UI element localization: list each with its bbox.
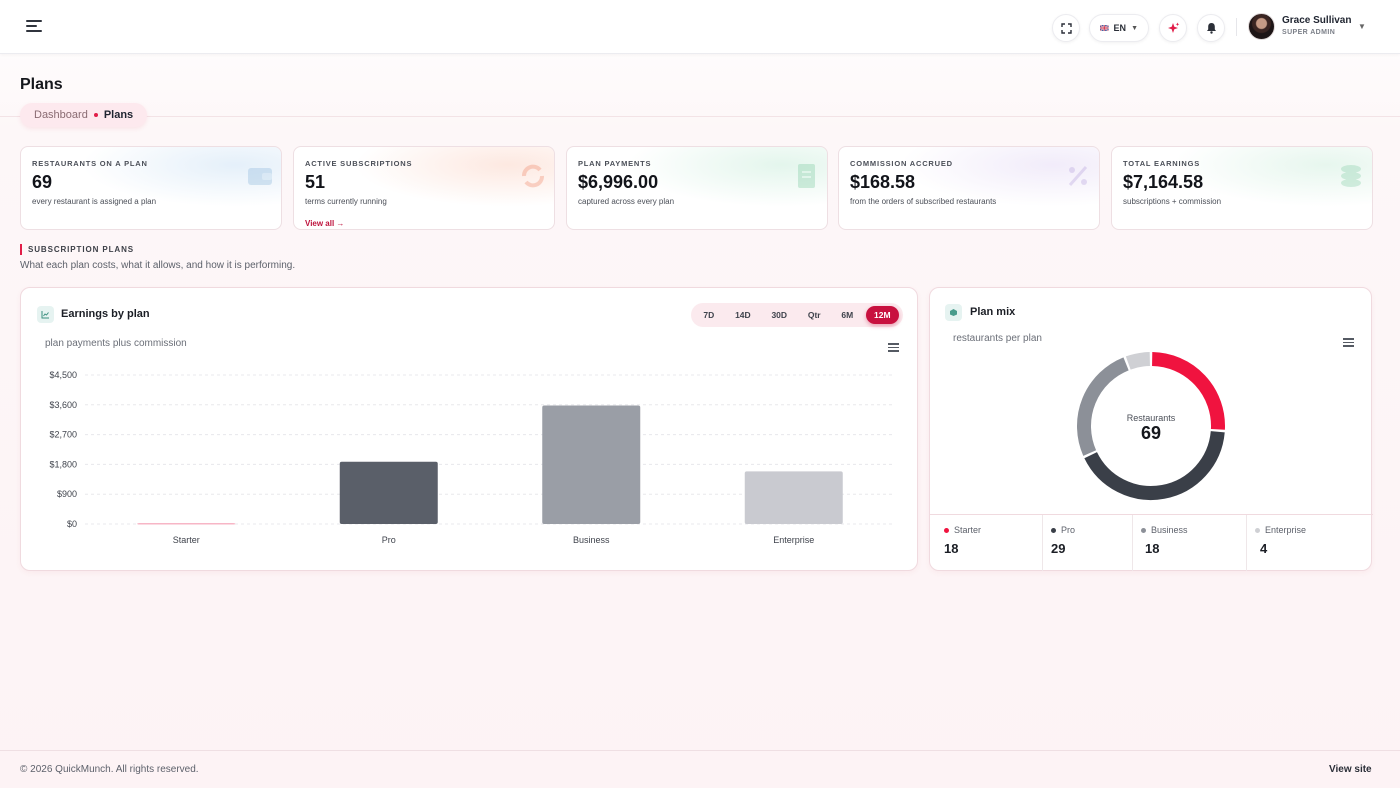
view-all-link[interactable]: View all → [305, 219, 344, 228]
plan-mix-legend: Starter 18 Pro 29 Business 18 Enterprise… [930, 514, 1373, 572]
bar-business[interactable] [542, 405, 641, 524]
fullscreen-icon [1060, 22, 1072, 34]
stat-subtext: subscriptions + commission [1123, 197, 1222, 206]
y-tick-label: $1,800 [49, 459, 77, 469]
ai-assistant-button[interactable] [1159, 14, 1187, 42]
legend-name: Enterprise [1265, 525, 1307, 535]
y-tick-label: $4,500 [49, 370, 77, 380]
legend-dot [944, 527, 949, 533]
footer-divider [0, 750, 1400, 751]
legend-value: 18 [944, 541, 959, 556]
stat-label: TOTAL EARNINGS [1123, 159, 1201, 168]
view-site-link[interactable]: View site [1329, 764, 1372, 775]
legend-item-enterprise: Enterprise 4 [1246, 515, 1373, 571]
stat-card-commission: COMMISSION ACCRUED $168.58 from the orde… [838, 146, 1100, 230]
wallet-icon [248, 168, 272, 185]
breadcrumb-current: Plans [103, 109, 134, 121]
donut-slice-business[interactable] [1077, 357, 1129, 456]
bar-pro[interactable] [339, 461, 438, 524]
stat-value: 51 [305, 172, 326, 192]
bell-icon [1206, 23, 1216, 34]
legend-label: Business [1141, 525, 1188, 535]
legend-name: Pro [1061, 525, 1076, 535]
language-label: EN [1113, 23, 1127, 33]
legend-label: Enterprise [1255, 525, 1306, 535]
x-tick-label: Starter [173, 535, 200, 545]
sparkle-icon [1167, 22, 1179, 33]
percent-icon [1068, 166, 1088, 186]
top-bar: EN ▼ Grace Sullivan SUPER ADMIN ▼ [0, 0, 1400, 54]
stat-card-total-earnings: TOTAL EARNINGS $7,164.58 subscriptions +… [1111, 146, 1373, 230]
legend-label: Starter [944, 525, 981, 535]
y-tick-label: $0 [67, 519, 77, 529]
stat-subtext: terms currently running [305, 197, 387, 206]
legend-label: Pro [1051, 525, 1075, 535]
header-divider [0, 116, 1400, 117]
user-name[interactable]: Grace Sullivan [1282, 15, 1351, 26]
donut-center-value: 69 [1141, 423, 1161, 443]
breadcrumb-separator [93, 113, 98, 117]
toolbar-divider [1236, 18, 1237, 36]
legend-dot [1051, 527, 1056, 533]
avatar[interactable] [1248, 13, 1275, 40]
section-title: SUBSCRIPTION PLANS [28, 245, 134, 254]
menu-toggle-icon[interactable] [26, 20, 42, 34]
stat-card-payments: PLAN PAYMENTS $6,996.00 captured across … [566, 146, 828, 230]
breadcrumb: Dashboard Plans [20, 103, 148, 127]
earnings-bar-chart: $0 $900 $1,800 $2,700 $3,600 $4,500 Starter Pro… [49, 370, 895, 545]
uk-flag-icon [1100, 24, 1109, 32]
refresh-icon [522, 164, 544, 188]
donut-center-label: Restaurants [1127, 413, 1176, 423]
user-role: SUPER ADMIN [1282, 29, 1336, 36]
x-tick-label: Enterprise [773, 535, 814, 545]
section-description: What each plan costs, what it allows, an… [20, 260, 296, 271]
stat-subtext: every restaurant is assigned a plan [32, 197, 157, 206]
legend-name: Starter [954, 525, 982, 535]
user-menu-chevron-icon[interactable]: ▼ [1358, 22, 1366, 31]
y-tick-label: $2,700 [49, 430, 77, 440]
legend-name: Business [1151, 525, 1188, 535]
legend-item-pro: Pro 29 [1042, 515, 1132, 571]
bar-enterprise[interactable] [744, 471, 843, 524]
coins-icon [1341, 165, 1361, 187]
x-tick-label: Business [573, 535, 610, 545]
legend-value: 29 [1051, 541, 1066, 556]
donut-slice-enterprise[interactable] [1125, 352, 1151, 370]
stat-value: $6,996.00 [578, 172, 659, 192]
stat-label: PLAN PAYMENTS [578, 159, 652, 168]
page-title: Plans [20, 76, 63, 93]
legend-item-starter: Starter 18 [930, 515, 1042, 571]
legend-value: 4 [1260, 541, 1268, 556]
x-tick-label: Pro [382, 535, 396, 545]
fullscreen-button[interactable] [1052, 14, 1080, 42]
y-tick-label: $3,600 [49, 400, 77, 410]
y-tick-label: $900 [57, 489, 77, 499]
chevron-down-icon: ▼ [1131, 24, 1138, 32]
legend-dot [1255, 527, 1260, 533]
notifications-button[interactable] [1197, 14, 1225, 42]
receipt-icon [798, 164, 815, 188]
footer-copyright: © 2026 QuickMunch. All rights reserved. [20, 764, 199, 775]
bar-starter[interactable] [137, 523, 236, 525]
legend-dot [1141, 527, 1146, 533]
plan-mix-donut-chart: Restaurants69 [1077, 352, 1225, 500]
stat-subtext: from the orders of subscribed restaurant… [850, 197, 997, 206]
stat-value: 69 [32, 172, 53, 192]
stat-label: RESTAURANTS ON A PLAN [32, 159, 148, 168]
legend-item-business: Business 18 [1132, 515, 1246, 571]
section-accent-bar [20, 244, 22, 255]
legend-value: 18 [1145, 541, 1160, 556]
stat-value: $7,164.58 [1123, 172, 1204, 192]
language-selector[interactable]: EN ▼ [1089, 14, 1149, 42]
stat-card-restaurants: RESTAURANTS ON A PLAN 69 every restauran… [20, 146, 282, 230]
stat-card-subscriptions: ACTIVE SUBSCRIPTIONS 51 terms currently … [293, 146, 555, 230]
earnings-by-plan-panel: Earnings by plan 7D 14D 30D Qtr 6M 12M p… [20, 287, 918, 571]
stat-label: ACTIVE SUBSCRIPTIONS [305, 159, 413, 168]
breadcrumb-dashboard-link[interactable]: Dashboard [34, 109, 88, 121]
stat-label: COMMISSION ACCRUED [850, 159, 953, 168]
plan-mix-panel: Plan mix restaurants per plan Restaurant… [929, 287, 1373, 572]
stat-value: $168.58 [850, 172, 916, 192]
stat-subtext: captured across every plan [578, 197, 675, 206]
